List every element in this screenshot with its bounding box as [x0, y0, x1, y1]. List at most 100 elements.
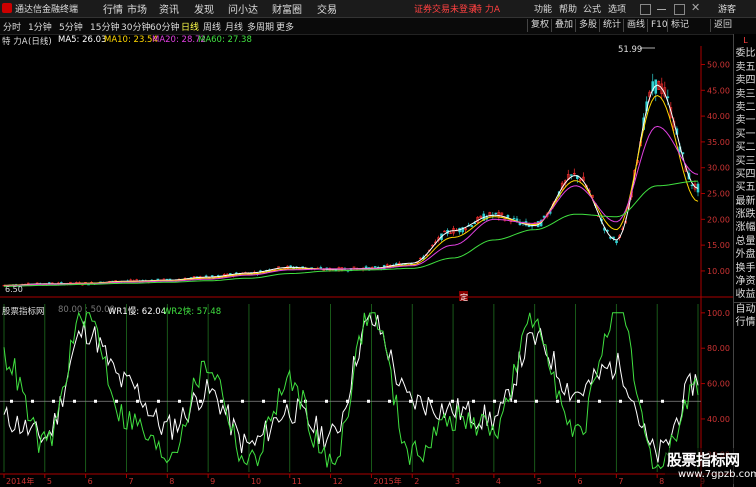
- ma10-line: [4, 94, 699, 286]
- kline-chart[interactable]: 50.00 45.00 40.00 35.00 30.00 25.00 20.00 15.00…: [0, 34, 733, 487]
- quote-side-panel: L 委比 卖五 卖四 卖三 卖二 卖一 买一 买二 买三 买四 买五 最新 涨跌…: [733, 34, 756, 487]
- candle-body: [512, 217, 516, 220]
- fuquan-button[interactable]: 复权: [527, 19, 549, 32]
- wr-midline-dot: [409, 399, 412, 403]
- side-item[interactable]: 外盘: [734, 248, 756, 261]
- price-tick-label: 15.00: [707, 241, 730, 250]
- side-item[interactable]: 卖一: [734, 114, 756, 127]
- multi-stock-button[interactable]: 多股: [575, 19, 597, 32]
- x-tick-label: 4: [496, 477, 501, 486]
- side-item[interactable]: 涨跌: [734, 208, 756, 221]
- side-item[interactable]: 卖五: [734, 61, 756, 74]
- menu-wenxiaoda[interactable]: 问小达: [228, 1, 258, 16]
- indicator-name[interactable]: 股票指标网: [2, 305, 45, 317]
- back-button[interactable]: 返回: [710, 19, 732, 32]
- side-item[interactable]: 行情: [734, 316, 756, 329]
- side-item[interactable]: 收益: [734, 288, 756, 301]
- period-toolbar: 分时 1分钟 5分钟 15分钟 30分钟 60分钟 日线 周线 月线 多周期 更…: [0, 18, 756, 35]
- price-tick-label: 45.00: [707, 86, 730, 95]
- side-item[interactable]: 委比: [734, 47, 756, 60]
- menu-caifuquan[interactable]: 财富圈: [272, 1, 302, 16]
- period-tab-more[interactable]: 更多: [276, 20, 294, 33]
- period-tab-daily[interactable]: 日线: [181, 20, 199, 33]
- side-item[interactable]: 自动: [734, 301, 756, 316]
- period-tab-5min[interactable]: 5分钟: [59, 20, 83, 33]
- side-item[interactable]: 买五: [734, 181, 756, 194]
- minimize-icon[interactable]: [657, 4, 666, 10]
- menu-shichang[interactable]: 市场: [127, 1, 147, 16]
- wr-midline-dot: [514, 399, 517, 403]
- wr-midline-dot: [94, 399, 97, 403]
- menu-zixun[interactable]: 资讯: [159, 1, 179, 16]
- period-tab-weekly[interactable]: 周线: [203, 20, 221, 33]
- period-tab-1min[interactable]: 1分钟: [28, 20, 52, 33]
- x-tick-label: 6: [578, 477, 583, 486]
- overlay-button[interactable]: 叠加: [551, 19, 573, 32]
- menu-hangqing[interactable]: 行情: [103, 1, 123, 16]
- indicator-params: 80.00 : 50.00: [58, 305, 115, 315]
- x-tick-label: 2: [414, 477, 419, 486]
- f10-button[interactable]: F10: [647, 19, 668, 32]
- title-bar: 通达信金融终端 行情 市场 资讯 发现 问小达 财富圈 交易 证券交易未登录 特…: [0, 0, 756, 18]
- maximize-icon[interactable]: [674, 4, 685, 15]
- wr-tick-label: 100.0: [707, 309, 730, 318]
- candle-body: [506, 214, 510, 218]
- close-icon[interactable]: ✕: [691, 2, 700, 13]
- menu-jiaoyi[interactable]: 交易: [317, 1, 337, 16]
- wr-midline-dot: [220, 399, 223, 403]
- price-tick-label: 50.00: [707, 60, 730, 69]
- period-tab-30min[interactable]: 30分钟: [121, 20, 150, 33]
- side-item[interactable]: 卖二: [734, 101, 756, 114]
- menu-gongshi[interactable]: 公式: [583, 2, 601, 15]
- wr-midline-dot: [598, 399, 601, 403]
- ma20-line: [4, 125, 699, 287]
- x-tick-label: 7: [128, 477, 133, 486]
- side-item[interactable]: 最新: [734, 195, 756, 208]
- login-alert[interactable]: 证券交易未登录: [414, 2, 477, 15]
- watermark-url: www.7gpzb.com: [678, 469, 756, 480]
- side-item[interactable]: 总量: [734, 235, 756, 248]
- low-price-label: 6.50: [5, 285, 23, 294]
- user-icon[interactable]: [640, 4, 651, 15]
- side-item[interactable]: 买四: [734, 168, 756, 181]
- guest-label[interactable]: 游客: [718, 2, 736, 15]
- menu-faxian[interactable]: 发现: [194, 1, 214, 16]
- candle-body: [319, 267, 323, 269]
- candle-body: [615, 240, 618, 244]
- wr-midline-dot: [556, 399, 559, 403]
- candle-body: [373, 266, 377, 268]
- side-item[interactable]: 买一: [734, 128, 756, 141]
- x-tick-label: 2015年: [373, 476, 401, 486]
- period-tab-multi[interactable]: 多周期: [247, 20, 274, 33]
- side-item[interactable]: 买二: [734, 141, 756, 154]
- ma5-line: [4, 84, 699, 286]
- period-tab-15min[interactable]: 15分钟: [90, 20, 119, 33]
- menu-xuanxiang[interactable]: 选项: [608, 2, 626, 15]
- wr-midline-dot: [199, 399, 202, 403]
- side-item[interactable]: 卖四: [734, 74, 756, 87]
- x-tick-label: 8: [169, 477, 174, 486]
- price-tick-label: 10.00: [707, 267, 730, 276]
- wr-midline-dot: [136, 399, 139, 403]
- x-tick-label: 3: [455, 477, 460, 486]
- side-item[interactable]: 换手: [734, 262, 756, 275]
- wr-midline-dot: [661, 399, 664, 403]
- period-tab-60min[interactable]: 60分钟: [150, 20, 179, 33]
- statistics-button[interactable]: 统计: [599, 19, 621, 32]
- side-item[interactable]: 涨幅: [734, 221, 756, 234]
- wr-midline-dot: [451, 399, 454, 403]
- draw-line-button[interactable]: 画线: [623, 19, 645, 32]
- price-tick-label: 25.00: [707, 190, 730, 199]
- period-tab-monthly[interactable]: 月线: [225, 20, 243, 33]
- side-item[interactable]: 买三: [734, 155, 756, 168]
- menu-bangzhu[interactable]: 帮助: [559, 2, 577, 15]
- wr1-value: WR1慢: 62.04: [108, 307, 167, 317]
- x-tick-label: 7: [618, 477, 623, 486]
- side-item[interactable]: 卖三: [734, 88, 756, 101]
- period-tab-fenshi[interactable]: 分时: [3, 20, 21, 33]
- mark-button[interactable]: 标记: [667, 19, 689, 32]
- menu-gongneng[interactable]: 功能: [534, 2, 552, 15]
- wr-midline-dot: [367, 399, 370, 403]
- wr-midline-dot: [619, 399, 622, 403]
- side-item[interactable]: 净资: [734, 275, 756, 288]
